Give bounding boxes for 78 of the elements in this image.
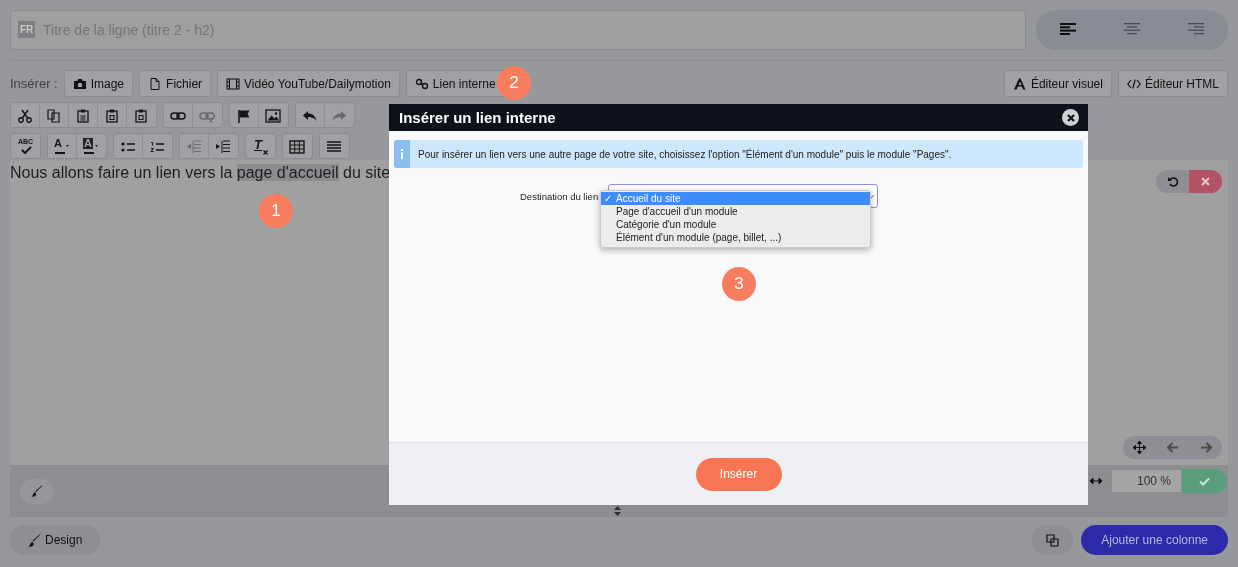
paste-icon <box>75 109 91 123</box>
brush-icon <box>28 533 41 547</box>
file-icon <box>148 77 163 90</box>
text-color-button[interactable]: A <box>48 134 77 158</box>
language-badge: FR <box>18 21 36 38</box>
arrow-left-icon <box>1166 442 1179 453</box>
redo-icon <box>331 109 347 123</box>
bullets-icon <box>120 140 136 154</box>
copy-icon <box>46 109 62 123</box>
brush-button[interactable] <box>20 478 54 504</box>
camera-insert-button[interactable]: Image <box>63 70 134 97</box>
dropdown-option[interactable]: Catégorie d'un module <box>601 218 870 231</box>
copy-icon <box>1046 533 1060 547</box>
dropdown-option[interactable]: Élément d'un module (page, billet, ...) <box>601 231 870 244</box>
close-icon <box>1201 177 1210 186</box>
duplicate-button[interactable] <box>1032 525 1074 555</box>
width-icon <box>1090 478 1102 484</box>
undo-button[interactable] <box>296 103 325 127</box>
undo-icon <box>302 109 318 123</box>
font-icon <box>1012 77 1027 90</box>
cross-icon <box>263 150 268 155</box>
resize-handle-icon[interactable] <box>614 506 621 516</box>
visual-editor-button[interactable]: Éditeur visuel <box>1003 70 1112 97</box>
camera-icon <box>72 77 87 90</box>
image-button[interactable] <box>259 103 288 127</box>
image-icon <box>265 109 281 123</box>
clear-format-button[interactable]: T <box>246 134 275 158</box>
cut-icon <box>17 109 33 123</box>
paste-text-icon <box>104 109 120 123</box>
link-icon <box>170 109 186 123</box>
paste-button[interactable] <box>69 103 98 127</box>
dropdown-option[interactable]: Page d'accueil d'un module <box>601 205 870 218</box>
link-icon <box>414 77 429 90</box>
copy-button[interactable] <box>40 103 69 127</box>
width-field[interactable]: 100 % <box>1111 469 1182 493</box>
outdent-icon <box>186 140 202 154</box>
arrow-right-icon <box>1199 442 1212 453</box>
numbers-icon <box>149 140 165 154</box>
info-glyph-icon <box>400 149 404 159</box>
indent-button[interactable] <box>209 134 238 158</box>
move-icon <box>1133 441 1146 454</box>
paste-word-icon <box>133 109 149 123</box>
align-right-icon <box>1188 22 1204 35</box>
rule-button[interactable] <box>320 134 349 158</box>
rule-icon <box>326 140 342 154</box>
link-button[interactable] <box>164 103 193 127</box>
film-insert-button[interactable]: Vidéo YouTube/Dailymotion <box>217 70 400 97</box>
unlink-icon <box>199 109 215 123</box>
step-badge: 2 <box>497 66 531 100</box>
indent-icon <box>215 140 231 154</box>
film-icon <box>226 77 241 90</box>
check-icon <box>1199 476 1210 486</box>
link-insert-button[interactable]: Lien interne <box>405 70 505 97</box>
table-button[interactable] <box>283 134 312 158</box>
info-message: Pour insérer un lien vers une autre page de votre site, choisissez l'option "Élément d'un module" puis le module "Pages". <box>417 148 952 160</box>
brush-icon <box>31 485 43 497</box>
add-column-button[interactable]: Ajouter une colonne <box>1081 525 1228 555</box>
file-insert-button[interactable]: Fichier <box>139 70 212 97</box>
numbers-button[interactable] <box>143 134 172 158</box>
flag-button[interactable] <box>230 103 259 127</box>
undo-icon <box>1166 175 1179 188</box>
paste-text-button[interactable] <box>98 103 127 127</box>
bullets-button[interactable] <box>114 134 143 158</box>
paste-word-button[interactable] <box>127 103 156 127</box>
cut-button[interactable] <box>11 103 40 127</box>
close-button[interactable] <box>1062 109 1079 126</box>
code-icon <box>1126 77 1141 90</box>
align-center-icon <box>1124 22 1140 35</box>
bg-color-button[interactable]: A <box>77 134 106 158</box>
flag-icon <box>236 109 252 123</box>
align-left-icon <box>1060 22 1076 35</box>
html-editor-button[interactable]: Éditeur HTML <box>1117 70 1228 97</box>
table-icon <box>289 140 305 154</box>
close-icon <box>1065 112 1076 123</box>
design-button[interactable]: Design <box>10 525 101 555</box>
dialog-title: Insérer un lien interne <box>399 109 556 126</box>
insert-label: Insérer : <box>10 76 58 91</box>
field-label: Destination du lien <box>520 190 599 202</box>
